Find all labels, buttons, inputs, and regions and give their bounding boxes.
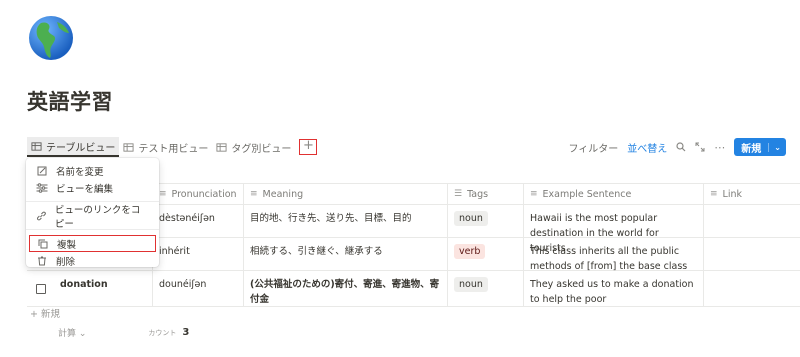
menu-item-label: ビューのリンクをコピー (54, 204, 141, 230)
chevron-down-icon[interactable]: ⌄ (768, 142, 786, 152)
duplicate-icon (38, 239, 48, 248)
menu-item-label: 名前を変更 (56, 166, 104, 178)
menu-item-rename[interactable]: 名前を変更 (26, 162, 159, 179)
menu-item-edit-view[interactable]: ビューを編集 (26, 179, 159, 196)
database-toolbar: フィルター 並べ替え ⋯ 新規 ⌄ (568, 137, 786, 157)
text-icon: ≡ (159, 189, 167, 199)
menu-item-label: 削除 (56, 256, 76, 268)
cell-link[interactable] (704, 271, 800, 306)
text-icon: ≡ (250, 189, 258, 199)
tag-badge: verb (454, 244, 486, 259)
globe-americas-icon[interactable] (27, 14, 75, 62)
view-context-menu: 名前を変更 ビューを編集 ビューのリンクをコピー 複製 削除 (26, 158, 159, 269)
cell-meaning[interactable]: 相続する、引き継ぐ、継承する (244, 238, 448, 270)
new-button-label: 新規 (741, 143, 762, 155)
cell-example[interactable]: This class inherits all the public metho… (524, 238, 704, 272)
trash-icon (38, 256, 46, 265)
menu-item-copy-link[interactable]: ビューのリンクをコピー (26, 205, 159, 230)
tab-table-view[interactable]: テーブルビュー (27, 137, 120, 157)
list-icon: ☰ (454, 189, 463, 199)
header-example[interactable]: ≡ Example Sentence (524, 184, 704, 204)
add-view-button[interactable]: + (299, 139, 318, 155)
cell-pronunciation[interactable]: inhérit (153, 238, 244, 270)
tab-label: テーブルビュー (46, 142, 116, 154)
filter-button[interactable]: フィルター (568, 140, 618, 155)
add-row-button[interactable]: + 新規 (30, 306, 60, 320)
edit-icon (37, 166, 47, 175)
link-icon (37, 211, 46, 220)
sort-button[interactable]: 並べ替え (627, 140, 667, 155)
table-row[interactable]: donation dounéiʃən (公共福祉のための)寄付、寄進、寄進物、寄… (27, 271, 800, 307)
tab-tag-view[interactable]: タグ別ビュー (212, 137, 295, 157)
row-checkbox-cell (27, 271, 54, 306)
header-tags[interactable]: ☰ Tags (448, 184, 524, 204)
calculate-dropdown[interactable]: 計算 ⌄ (58, 326, 86, 339)
menu-item-label: ビューを編集 (56, 183, 114, 195)
tab-label: テスト用ビュー (138, 143, 209, 155)
tag-badge: noun (454, 277, 488, 292)
text-icon: ≡ (710, 189, 718, 199)
cell-meaning[interactable]: 目的地、行き先、送り先、目標、目的 (244, 205, 448, 237)
menu-item-label: 複製 (57, 239, 77, 251)
cell-example[interactable]: Hawaii is the most popular destination i… (524, 205, 704, 254)
tab-label: タグ別ビュー (231, 143, 292, 155)
header-label: Tags (467, 188, 489, 200)
table-icon (123, 142, 134, 152)
header-meaning[interactable]: ≡ Meaning (244, 184, 448, 204)
search-icon[interactable] (676, 142, 686, 152)
menu-item-delete[interactable]: 削除 (26, 252, 159, 269)
cell-tags[interactable]: verb (448, 238, 524, 270)
more-icon[interactable]: ⋯ (714, 141, 725, 154)
cell-word[interactable]: donation (54, 271, 153, 306)
cell-example[interactable]: They asked us to make a donation to help… (524, 271, 704, 306)
view-tabs: テーブルビュー テスト用ビュー タグ別ビュー + (27, 137, 318, 157)
tab-test-view[interactable]: テスト用ビュー (119, 137, 212, 157)
header-label: Pronunciation (171, 188, 237, 200)
count-label: カウント (148, 328, 177, 337)
sliders-icon (36, 182, 48, 193)
cell-meaning[interactable]: (公共福祉のための)寄付、寄進、寄進物、寄付金 (244, 271, 448, 306)
header-link[interactable]: ≡ Link (704, 184, 800, 204)
table-icon (216, 142, 227, 152)
cell-link[interactable] (704, 238, 800, 270)
cell-pronunciation[interactable]: dèstənéiʃən (153, 205, 244, 237)
header-label: Example Sentence (542, 188, 632, 200)
count-value: 3 (182, 327, 190, 338)
tag-badge: noun (454, 211, 488, 226)
expand-icon[interactable] (695, 142, 705, 152)
table-icon (31, 141, 42, 151)
header-label: Meaning (262, 188, 304, 200)
cell-tags[interactable]: noun (448, 271, 524, 306)
calculation-row: 計算 ⌄ カウント 3 (58, 326, 189, 339)
menu-item-duplicate[interactable]: 複製 (29, 235, 156, 252)
row-checkbox[interactable] (35, 283, 46, 294)
header-pronunciation[interactable]: ≡ Pronunciation (153, 184, 244, 204)
cell-link[interactable] (704, 205, 800, 237)
cell-pronunciation[interactable]: dounéiʃən (153, 271, 244, 306)
text-icon: ≡ (530, 189, 538, 199)
new-button[interactable]: 新規 ⌄ (734, 138, 786, 156)
cell-tags[interactable]: noun (448, 205, 524, 237)
header-label: Link (722, 188, 743, 200)
page-title[interactable]: 英語学習 (27, 86, 113, 116)
